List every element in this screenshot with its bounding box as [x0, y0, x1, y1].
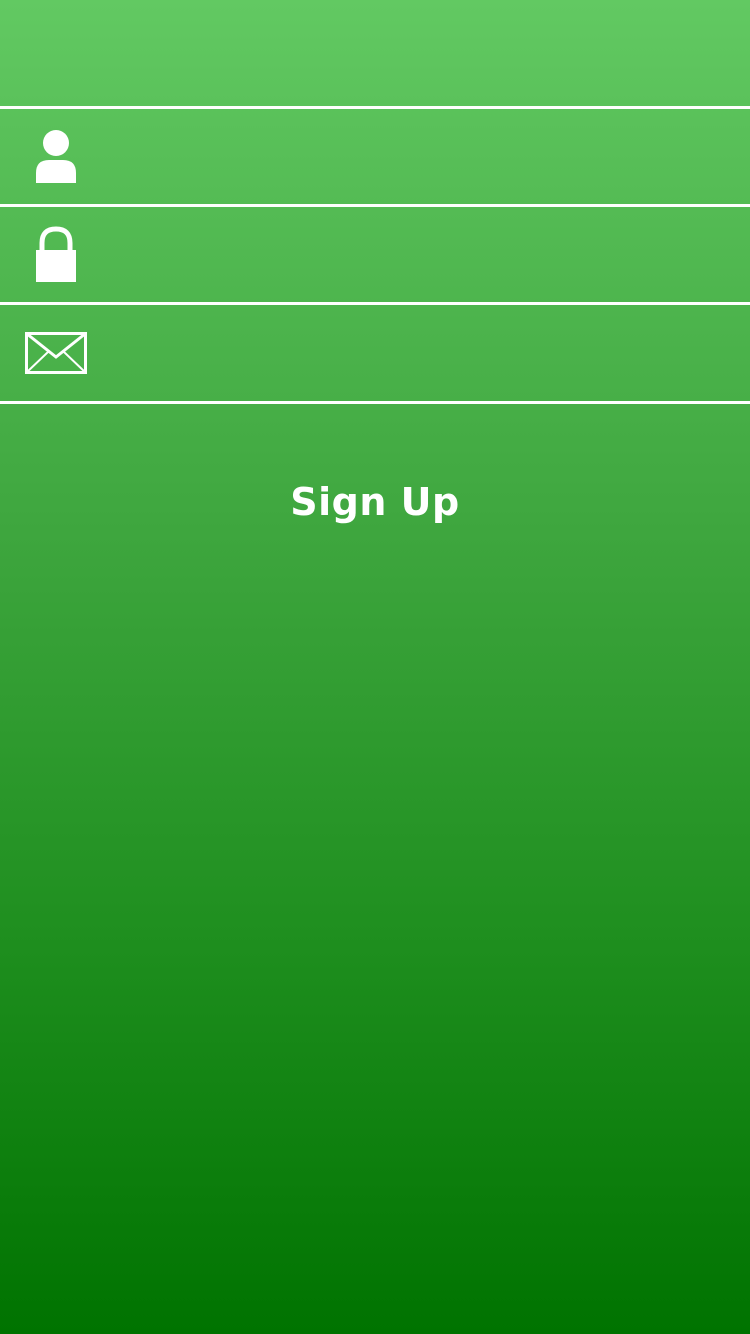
mail-icon	[24, 305, 88, 400]
email-input[interactable]	[110, 305, 720, 400]
top-header-area	[0, 0, 750, 106]
lock-icon	[24, 207, 88, 302]
sign-up-button[interactable]: Sign Up	[225, 462, 525, 542]
email-field-row[interactable]	[0, 305, 750, 401]
user-icon	[24, 109, 88, 204]
username-field-row[interactable]	[0, 109, 750, 204]
signup-screen: Sign Up	[0, 0, 750, 1334]
divider-bottom	[0, 401, 750, 404]
password-input[interactable]	[110, 207, 720, 302]
username-input[interactable]	[110, 109, 720, 204]
password-field-row[interactable]	[0, 207, 750, 302]
